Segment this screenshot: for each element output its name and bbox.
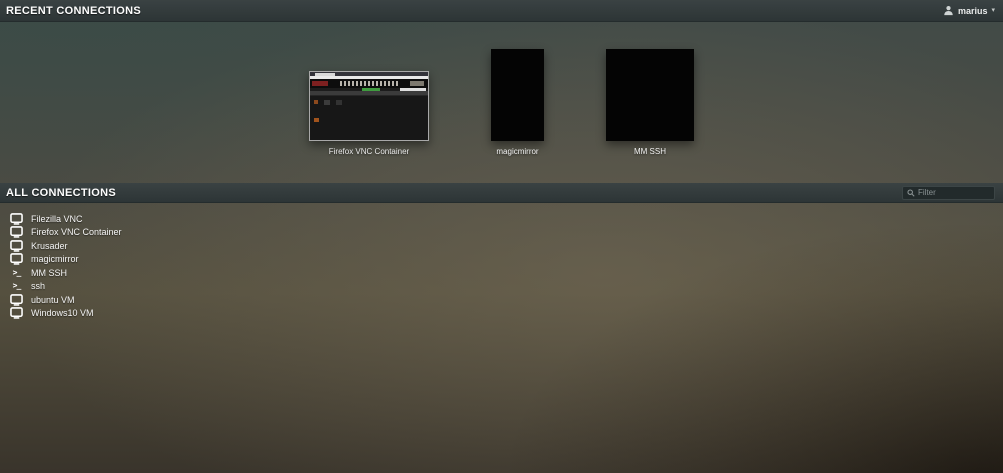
connection-caption: MM SSH [634, 147, 666, 156]
monitor-icon [10, 226, 23, 238]
monitor-icon [10, 213, 23, 225]
recent-connection-firefox-vnc[interactable]: Firefox VNC Container [309, 71, 429, 156]
connection-label: Filezilla VNC [31, 214, 83, 224]
user-menu[interactable]: marius ▾ [943, 5, 995, 16]
filter-input[interactable] [918, 188, 990, 197]
connection-list-item[interactable]: >_ ssh [0, 280, 1003, 294]
connection-list: >_ Filezilla VNC >_ Firefox VNC Containe… [0, 203, 1003, 320]
monitor-icon [10, 240, 23, 252]
connection-list-item[interactable]: >_ ubuntu VM [0, 293, 1003, 307]
terminal-icon: >_ [10, 282, 23, 290]
user-name: marius [958, 6, 988, 16]
connection-label: Krusader [31, 241, 68, 251]
recent-connection-magicmirror[interactable]: magicmirror [491, 49, 544, 156]
all-connections-title: ALL CONNECTIONS [6, 187, 116, 199]
recent-connections-area: Firefox VNC Container magicmirror MM SSH [0, 22, 1003, 183]
chevron-down-icon: ▾ [991, 7, 995, 14]
connection-list-item[interactable]: >_ Krusader [0, 239, 1003, 253]
connection-thumbnail [606, 49, 694, 141]
connection-list-item[interactable]: >_ magicmirror [0, 253, 1003, 267]
connection-thumbnail [491, 49, 544, 141]
monitor-icon [10, 294, 23, 306]
connection-label: ssh [31, 281, 45, 291]
connection-label: Firefox VNC Container [31, 227, 122, 237]
connection-list-item[interactable]: >_ Filezilla VNC [0, 212, 1003, 226]
user-icon [943, 5, 954, 16]
connection-label: ubuntu VM [31, 295, 75, 305]
connection-caption: magicmirror [496, 147, 538, 156]
connection-thumbnail [309, 71, 429, 141]
connection-list-item[interactable]: >_ Windows10 VM [0, 307, 1003, 321]
connection-label: MM SSH [31, 268, 67, 278]
monitor-icon [10, 307, 23, 319]
monitor-icon [10, 253, 23, 265]
search-icon [907, 189, 915, 197]
filter-box [902, 186, 995, 200]
top-bar: RECENT CONNECTIONS marius ▾ [0, 0, 1003, 22]
recent-connection-mm-ssh[interactable]: MM SSH [606, 49, 694, 156]
recent-connections-title: RECENT CONNECTIONS [6, 5, 141, 17]
recent-connections-list: Firefox VNC Container magicmirror MM SSH [309, 49, 694, 156]
connection-label: magicmirror [31, 254, 79, 264]
connection-label: Windows10 VM [31, 308, 94, 318]
connection-list-item[interactable]: >_ MM SSH [0, 266, 1003, 280]
all-connections-bar: ALL CONNECTIONS [0, 183, 1003, 203]
connection-caption: Firefox VNC Container [329, 147, 409, 156]
terminal-icon: >_ [10, 269, 23, 277]
connection-list-item[interactable]: >_ Firefox VNC Container [0, 226, 1003, 240]
